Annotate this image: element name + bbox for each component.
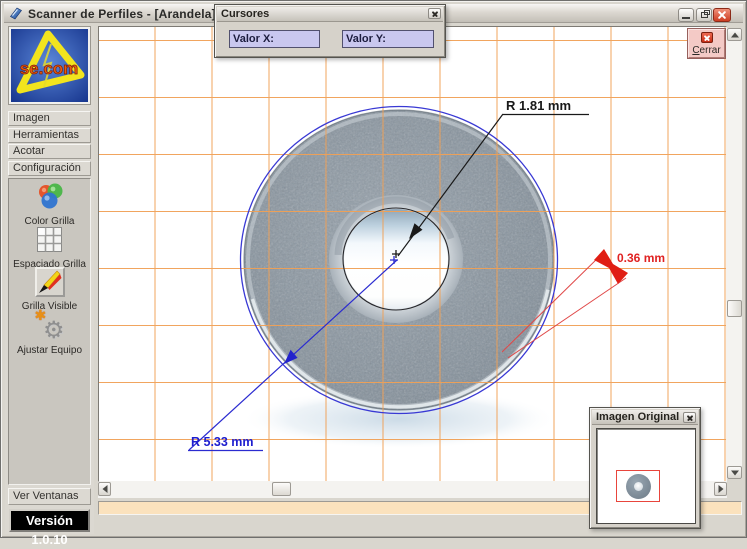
version-badge: Versión 1.0.10 [9,509,90,532]
cerrar-button[interactable]: Cerrar [688,29,725,58]
close-red-icon [701,32,713,43]
scroll-right-button[interactable] [714,482,727,496]
inner-radius-label: R 1.81 mm [506,98,571,113]
sidebar: se.com Imagen Herramientas Acotar Config… [5,26,94,534]
roi-rectangle [616,470,660,502]
logo: se.com [9,27,90,104]
vertical-scroll-thumb[interactable] [727,300,742,317]
sidebar-item-herramientas[interactable]: Herramientas [8,128,91,143]
cursores-panel-titlebar[interactable]: Cursores [217,7,443,22]
imagen-original-panel: Imagen Original [589,407,701,529]
arrow-right-icon [718,485,723,493]
tool-color-grilla[interactable]: Color Grilla [9,183,90,227]
tool-grilla-visible[interactable]: Grilla Visible [9,267,90,312]
original-image-view [596,428,696,524]
sidebar-item-configuracion[interactable]: Configuración [8,161,91,176]
valor-x-field[interactable]: Valor X: [229,30,320,48]
cerrar-label: Cerrar [689,45,724,56]
restore-button[interactable] [696,8,712,22]
scroll-up-button[interactable] [727,28,742,41]
gears-icon: ✱⚙ [33,311,67,339]
close-button[interactable] [713,8,731,22]
ver-ventanas-button[interactable]: Ver Ventanas [8,488,91,505]
tool-label: Ajustar Equipo [9,345,90,356]
tool-ajustar-equipo[interactable]: ✱⚙ Ajustar Equipo [9,311,90,356]
sidebar-item-imagen[interactable]: Imagen [8,111,91,126]
imagen-original-close-button[interactable] [683,412,696,423]
imagen-original-title: Imagen Original [596,411,679,423]
se-com-logo-icon: se.com [11,29,88,102]
grid-icon [36,226,63,253]
cursores-close-button[interactable] [428,8,441,19]
app-window: Scanner de Perfiles - [Arandela] se.com … [0,0,747,538]
cursores-panel-title: Cursores [221,8,269,20]
vertical-scrollbar[interactable] [727,28,742,479]
arrow-down-icon [731,470,739,475]
color-circles-icon [35,183,65,210]
valor-y-field[interactable]: Valor Y: [342,30,434,48]
configuracion-tool-panel: Color Grilla Espaciado Grilla [8,178,91,485]
valor-y-label: Valor Y: [346,33,386,45]
horizontal-scroll-thumb[interactable] [272,482,291,496]
outer-radius-label: R 5.33 mm [191,435,254,449]
minimize-icon [682,17,690,19]
arrow-left-icon [102,485,107,493]
thickness-label: 0.36 mm [617,251,665,265]
restore-icon [701,12,708,18]
scroll-down-button[interactable] [727,466,742,479]
app-icon [9,6,23,20]
sidebar-item-acotar[interactable]: Acotar [8,144,91,159]
svg-text:se.com: se.com [20,59,79,78]
paintbrush-icon [35,267,65,297]
arrow-up-icon [731,32,739,37]
valor-x-label: Valor X: [233,33,274,45]
tool-espaciado-grilla[interactable]: Espaciado Grilla [9,226,90,270]
window-title: Scanner de Perfiles - [Arandela] [28,7,216,21]
cursores-panel: Cursores Valor X: Valor Y: [214,4,446,58]
minimize-button[interactable] [678,8,694,22]
scroll-left-button[interactable] [98,482,111,496]
